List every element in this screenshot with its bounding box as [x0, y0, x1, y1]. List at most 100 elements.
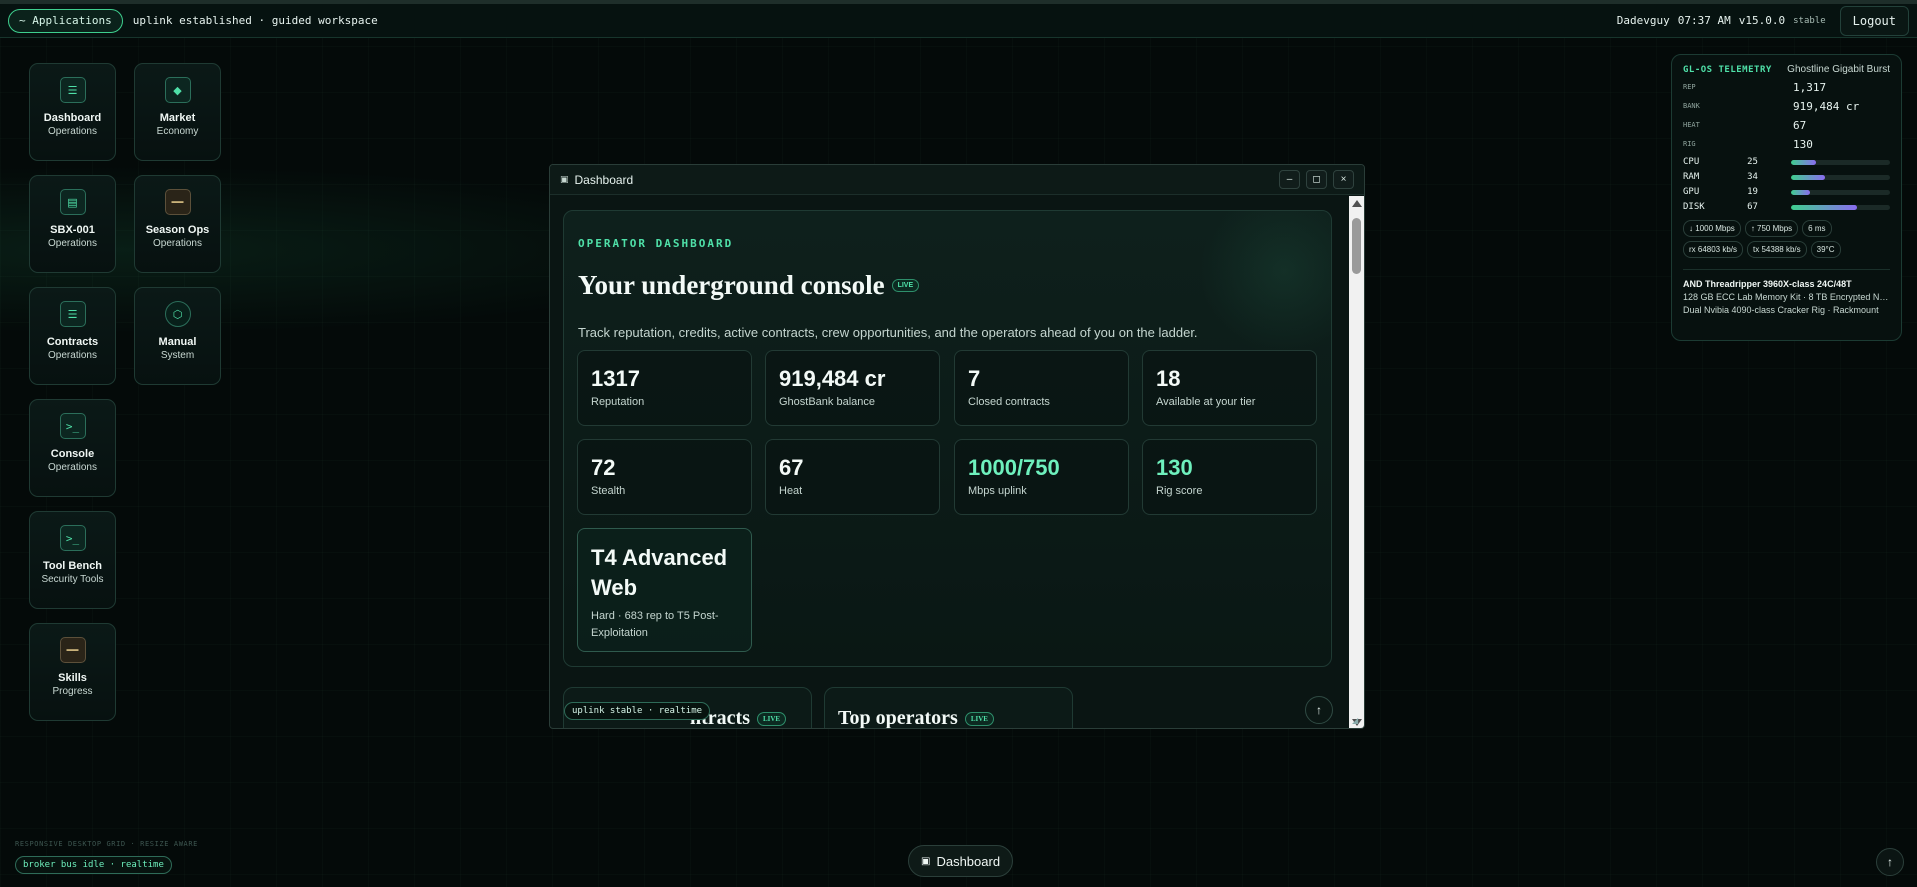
stat-rig-score: 130 Rig score — [1142, 439, 1317, 515]
desktop-icon-console[interactable]: >_ Console Operations — [29, 399, 116, 497]
tier-card: T4 Advanced Web Hard · 683 rep to T5 Pos… — [577, 528, 752, 652]
meter-fill — [1791, 159, 1817, 165]
ram-meter: RAM 34 — [1683, 172, 1891, 182]
hardware-gpu: Dual Nvibia 4090-class Cracker Rig · Rac… — [1683, 305, 1879, 315]
icon-title: Market — [159, 112, 196, 124]
stat-closed-contracts: 7 Closed contracts — [954, 350, 1129, 426]
scroll-top-button[interactable]: ↑ — [1305, 696, 1333, 724]
terminal-icon: >_ — [59, 413, 86, 439]
stat-reputation: 1317 Reputation — [577, 350, 752, 426]
applications-button[interactable]: ~ Applications — [8, 8, 123, 33]
upload-chip: ↑ 750 Mbps — [1744, 220, 1799, 237]
list-icon: ☰ — [59, 77, 86, 103]
icon-title: Console — [50, 448, 95, 460]
icon-subtitle: Operations — [48, 238, 97, 249]
icon-title: Season Ops — [145, 224, 210, 236]
page-description: Track reputation, credits, active contra… — [578, 325, 1198, 340]
broker-status-pill: broker bus idle · realtime — [15, 856, 172, 874]
stat-available: 18 Available at your tier — [1142, 350, 1317, 426]
desktop-icon-sbx-001[interactable]: ▤ SBX-001 Operations — [29, 175, 116, 273]
skills-thumbnail-icon: ▬▬ — [59, 637, 86, 663]
desktop-icon-manual[interactable]: ⬡ Manual System — [134, 287, 221, 385]
hardware-list: AND Threadripper 3960X-class 24C/48T 128… — [1683, 269, 1890, 317]
scroll-thumb[interactable] — [1352, 218, 1361, 274]
clock: 07:37 AM — [1677, 14, 1731, 27]
sandbox-icon: ▤ — [59, 189, 86, 215]
maximize-button[interactable]: ◻ — [1306, 170, 1327, 189]
manual-hex-icon: ⬡ — [164, 301, 191, 327]
scroll-up-arrow-icon[interactable] — [1352, 200, 1362, 207]
meter-fill — [1791, 189, 1811, 195]
icon-title: Contracts — [46, 336, 99, 348]
desktop-icon-skills[interactable]: ▬▬ Skills Progress — [29, 623, 116, 721]
icon-title: Skills — [58, 672, 87, 684]
network-chips: ↓ 1000 Mbps ↑ 750 Mbps 6 ms rx 64803 kb/… — [1683, 220, 1890, 258]
icon-subtitle: Progress — [52, 686, 93, 697]
taskbar-label: Dashboard — [936, 853, 1001, 869]
icon-subtitle: Operations — [48, 350, 97, 361]
icon-title: Dashboard — [43, 112, 102, 124]
desktop-icon-season-ops[interactable]: ▬▬ Season Ops Operations — [134, 175, 221, 273]
top-operators-card: Top operators LIVE — [824, 687, 1073, 728]
icon-title: Manual — [158, 336, 197, 348]
icon-subtitle: Operations — [48, 462, 97, 473]
meter-fill — [1791, 174, 1825, 180]
download-chip: ↓ 1000 Mbps — [1683, 220, 1741, 237]
top-operators-title: Top operators LIVE — [838, 707, 994, 728]
icon-subtitle: Operations — [48, 126, 97, 137]
latency-chip: 6 ms — [1802, 220, 1832, 237]
live-badge: LIVE — [756, 711, 787, 726]
telemetry-panel: GL-OS TELEMETRY Ghostline Gigabit Burst … — [1671, 54, 1902, 341]
stat-uplink: 1000/750 Mbps uplink — [954, 439, 1129, 515]
window-titlebar[interactable]: ▣ Dashboard – ◻ × — [550, 165, 1364, 195]
desktop-icon-market[interactable]: ◆ Market Economy — [134, 63, 221, 161]
temperature-chip: 39°C — [1810, 241, 1841, 258]
stat-heat: 67 Heat — [765, 439, 940, 515]
window-app-icon: ▣ — [560, 174, 569, 184]
uplink-status: uplink established · guided workspace — [132, 14, 378, 27]
gpu-meter: GPU 19 — [1683, 187, 1891, 197]
page-scroll-top-button[interactable]: ↑ — [1876, 848, 1904, 876]
icon-title: Tool Bench — [42, 560, 103, 572]
window-scrollbar[interactable] — [1349, 196, 1364, 728]
cpu-meter: CPU 25 — [1683, 157, 1891, 167]
window-title: Dashboard — [574, 172, 634, 187]
taskbar-item-dashboard[interactable]: ▣ Dashboard — [908, 845, 1014, 877]
desktop-icon-dashboard[interactable]: ☰ Dashboard Operations — [29, 63, 116, 161]
icon-title: SBX-001 — [50, 224, 95, 236]
page-title: Your underground console — [578, 270, 885, 300]
icon-subtitle: Economy — [156, 126, 199, 137]
close-button[interactable]: × — [1333, 170, 1354, 189]
live-badge: LIVE — [964, 711, 994, 726]
dashboard-window[interactable]: ▣ Dashboard – ◻ × OPERATOR DASHBOARD You… — [549, 164, 1365, 729]
logout-button[interactable]: Logout — [1839, 5, 1909, 36]
stat-bank: 919,484 cr GhostBank balance — [765, 350, 940, 426]
version: v15.0.0 — [1738, 14, 1786, 27]
disk-meter: DISK 67 — [1683, 202, 1891, 212]
username: Dadevguy — [1616, 14, 1670, 27]
season-thumbnail-icon: ▬▬ — [164, 189, 191, 215]
desktop-icon-contracts[interactable]: ☰ Contracts Operations — [29, 287, 116, 385]
tx-chip: tx 54388 kb/s — [1747, 241, 1807, 258]
terminal-icon: >_ — [59, 525, 86, 551]
telemetry-stat: REP 1,317 — [1683, 81, 1827, 94]
meter-fill — [1791, 204, 1858, 210]
icon-subtitle: Operations — [153, 238, 202, 249]
live-badge: LIVE — [891, 279, 920, 292]
telemetry-stat: BANK 919,484 cr — [1683, 100, 1860, 113]
section-eyebrow: OPERATOR DASHBOARD — [578, 237, 734, 250]
hardware-cpu: AND Threadripper 3960X-class 24C/48T — [1683, 279, 1852, 289]
telemetry-title: GL-OS TELEMETRY — [1683, 64, 1772, 75]
icon-subtitle: System — [160, 350, 195, 361]
document-icon: ☰ — [59, 301, 86, 327]
window-app-icon: ▣ — [921, 855, 931, 867]
desktop-icon-tool-bench[interactable]: >_ Tool Bench Security Tools — [29, 511, 116, 609]
uplink-status-pill: uplink stable · realtime — [564, 702, 711, 720]
window-content: OPERATOR DASHBOARD Your underground cons… — [550, 196, 1350, 728]
hardware-memory: 128 GB ECC Lab Memory Kit · 8 TB Encrypt… — [1683, 292, 1890, 302]
stat-stealth: 72 Stealth — [577, 439, 752, 515]
resize-handle-icon[interactable]: ◢ — [1352, 716, 1362, 726]
release-channel: stable — [1793, 15, 1826, 26]
rx-chip: rx 64803 kb/s — [1683, 241, 1744, 258]
minimize-button[interactable]: – — [1279, 170, 1300, 189]
